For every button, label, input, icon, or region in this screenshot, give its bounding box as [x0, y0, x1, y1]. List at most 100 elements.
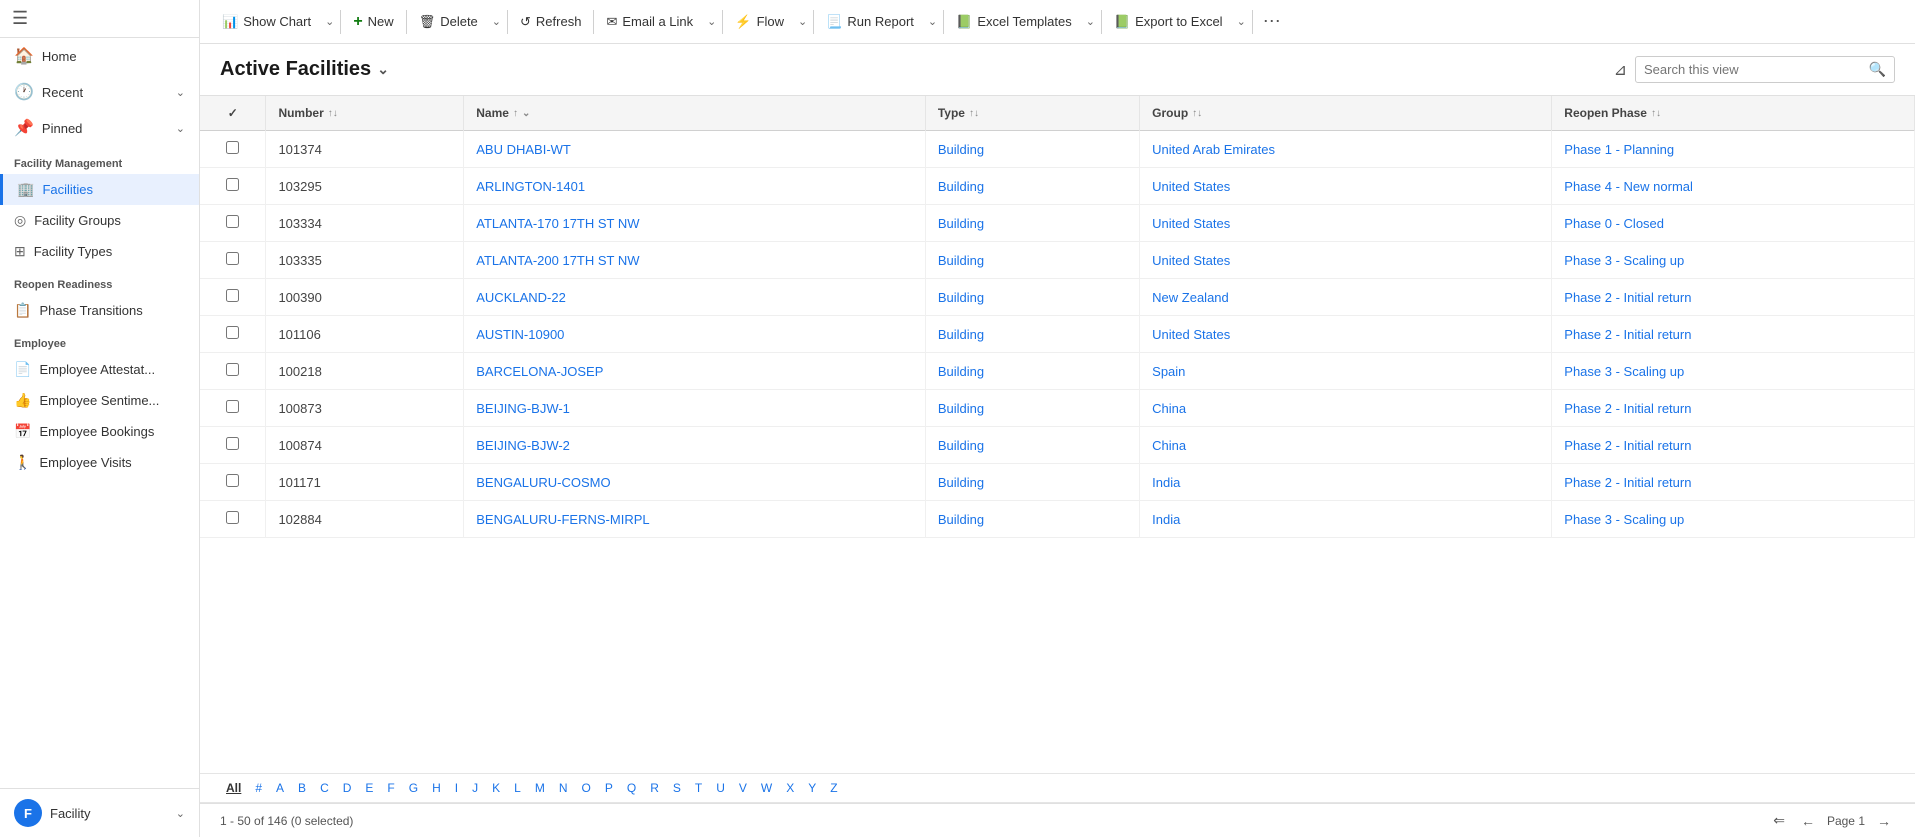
- show-chart-chevron-icon[interactable]: ⌄: [321, 10, 338, 33]
- row-checkbox[interactable]: [226, 474, 239, 487]
- new-button[interactable]: + New: [343, 8, 403, 36]
- alpha-nav-item-z[interactable]: Z: [824, 778, 843, 798]
- sidebar-item-employee-attestat[interactable]: 📄 Employee Attestat...: [0, 354, 199, 385]
- sidebar-item-pinned[interactable]: 📌 Pinned ⌄: [0, 110, 199, 146]
- td-check[interactable]: [200, 353, 266, 390]
- row-checkbox[interactable]: [226, 400, 239, 413]
- td-phase[interactable]: Phase 2 - Initial return: [1552, 279, 1915, 316]
- td-name[interactable]: ATLANTA-170 17TH ST NW: [464, 205, 926, 242]
- sidebar-item-phase-transitions[interactable]: 📋 Phase Transitions: [0, 295, 199, 326]
- td-group[interactable]: United States: [1140, 168, 1552, 205]
- td-group[interactable]: United States: [1140, 316, 1552, 353]
- email-chevron-icon[interactable]: ⌄: [703, 10, 720, 33]
- alpha-nav-item-x[interactable]: X: [780, 778, 800, 798]
- row-checkbox[interactable]: [226, 289, 239, 302]
- td-check[interactable]: [200, 427, 266, 464]
- alpha-nav-item-f[interactable]: F: [381, 778, 400, 798]
- td-check[interactable]: [200, 501, 266, 538]
- td-group[interactable]: United Arab Emirates: [1140, 131, 1552, 168]
- first-page-button[interactable]: ⇐: [1769, 810, 1789, 831]
- td-group[interactable]: United States: [1140, 205, 1552, 242]
- alpha-nav-item-g[interactable]: G: [403, 778, 424, 798]
- td-phase[interactable]: Phase 2 - Initial return: [1552, 316, 1915, 353]
- td-phase[interactable]: Phase 3 - Scaling up: [1552, 242, 1915, 279]
- td-name[interactable]: BEIJING-BJW-1: [464, 390, 926, 427]
- excel-templates-chevron-icon[interactable]: ⌄: [1082, 10, 1099, 33]
- alpha-nav-item-all[interactable]: All: [220, 778, 247, 798]
- export-chevron-icon[interactable]: ⌄: [1233, 10, 1250, 33]
- td-check[interactable]: [200, 390, 266, 427]
- row-checkbox[interactable]: [226, 363, 239, 376]
- alpha-nav-item-l[interactable]: L: [508, 778, 527, 798]
- row-checkbox[interactable]: [226, 326, 239, 339]
- td-phase[interactable]: Phase 3 - Scaling up: [1552, 353, 1915, 390]
- td-group[interactable]: China: [1140, 427, 1552, 464]
- th-name[interactable]: Name ↑ ⌄: [464, 96, 926, 131]
- th-type[interactable]: Type ↑↓: [925, 96, 1139, 131]
- row-checkbox[interactable]: [226, 511, 239, 524]
- td-type[interactable]: Building: [925, 168, 1139, 205]
- td-phase[interactable]: Phase 4 - New normal: [1552, 168, 1915, 205]
- row-checkbox[interactable]: [226, 141, 239, 154]
- view-title-chevron-icon[interactable]: ⌄: [377, 61, 389, 78]
- search-icon[interactable]: 🔍: [1869, 61, 1886, 78]
- td-type[interactable]: Building: [925, 390, 1139, 427]
- run-report-chevron-icon[interactable]: ⌄: [924, 10, 941, 33]
- alpha-nav-item-u[interactable]: U: [710, 778, 731, 798]
- alpha-nav-item-w[interactable]: W: [755, 778, 778, 798]
- td-name[interactable]: BARCELONA-JOSEP: [464, 353, 926, 390]
- sidebar-item-employee-bookings[interactable]: 📅 Employee Bookings: [0, 416, 199, 447]
- td-check[interactable]: [200, 131, 266, 168]
- prev-page-button[interactable]: ←: [1797, 811, 1819, 831]
- td-group[interactable]: New Zealand: [1140, 279, 1552, 316]
- td-name[interactable]: ARLINGTON-1401: [464, 168, 926, 205]
- td-type[interactable]: Building: [925, 316, 1139, 353]
- td-group[interactable]: Spain: [1140, 353, 1552, 390]
- run-report-button[interactable]: 📃 Run Report: [816, 9, 924, 35]
- td-group[interactable]: United States: [1140, 242, 1552, 279]
- td-phase[interactable]: Phase 1 - Planning: [1552, 131, 1915, 168]
- td-phase[interactable]: Phase 2 - Initial return: [1552, 464, 1915, 501]
- alpha-nav-item-c[interactable]: C: [314, 778, 335, 798]
- td-type[interactable]: Building: [925, 501, 1139, 538]
- alpha-nav-item-j[interactable]: J: [466, 778, 484, 798]
- alpha-nav-item-y[interactable]: Y: [802, 778, 822, 798]
- email-link-button[interactable]: ✉ Email a Link: [596, 9, 703, 35]
- alpha-nav-item-b[interactable]: B: [292, 778, 312, 798]
- sidebar-item-employee-sentime[interactable]: 👍 Employee Sentime...: [0, 385, 199, 416]
- td-name[interactable]: ATLANTA-200 17TH ST NW: [464, 242, 926, 279]
- alpha-nav-item-t[interactable]: T: [689, 778, 708, 798]
- row-checkbox[interactable]: [226, 178, 239, 191]
- td-name[interactable]: BENGALURU-FERNS-MIRPL: [464, 501, 926, 538]
- alpha-nav-item-d[interactable]: D: [337, 778, 358, 798]
- alpha-nav-item-r[interactable]: R: [644, 778, 665, 798]
- flow-button[interactable]: ⚡ Flow: [725, 9, 794, 35]
- td-type[interactable]: Building: [925, 131, 1139, 168]
- sidebar-item-facility-groups[interactable]: ◎ Facility Groups: [0, 205, 199, 236]
- td-check[interactable]: [200, 316, 266, 353]
- alpha-nav-item-p[interactable]: P: [599, 778, 619, 798]
- sidebar-item-employee-visits[interactable]: 🚶 Employee Visits: [0, 447, 199, 478]
- td-phase[interactable]: Phase 2 - Initial return: [1552, 390, 1915, 427]
- export-excel-button[interactable]: 📗 Export to Excel: [1104, 9, 1233, 35]
- more-options-icon[interactable]: ⋯: [1255, 6, 1289, 37]
- excel-templates-button[interactable]: 📗 Excel Templates: [946, 9, 1082, 35]
- alpha-nav-item-e[interactable]: E: [359, 778, 379, 798]
- delete-button[interactable]: 🗑 Delete: [409, 9, 488, 35]
- sidebar-item-facilities[interactable]: 🏢 Facilities: [0, 174, 199, 205]
- td-phase[interactable]: Phase 3 - Scaling up: [1552, 501, 1915, 538]
- td-name[interactable]: ABU DHABI-WT: [464, 131, 926, 168]
- alpha-nav-item-h[interactable]: H: [426, 778, 447, 798]
- th-reopen-phase[interactable]: Reopen Phase ↑↓: [1552, 96, 1915, 131]
- td-group[interactable]: China: [1140, 390, 1552, 427]
- alpha-nav-item-q[interactable]: Q: [621, 778, 642, 798]
- show-chart-button[interactable]: 📊 Show Chart: [212, 9, 321, 35]
- row-checkbox[interactable]: [226, 215, 239, 228]
- alpha-nav-item-k[interactable]: K: [486, 778, 506, 798]
- alpha-nav-item-v[interactable]: V: [733, 778, 753, 798]
- td-group[interactable]: India: [1140, 464, 1552, 501]
- th-check[interactable]: ✓: [200, 96, 266, 131]
- td-type[interactable]: Building: [925, 464, 1139, 501]
- next-page-button[interactable]: →: [1873, 811, 1895, 831]
- refresh-button[interactable]: ↺ Refresh: [510, 9, 591, 35]
